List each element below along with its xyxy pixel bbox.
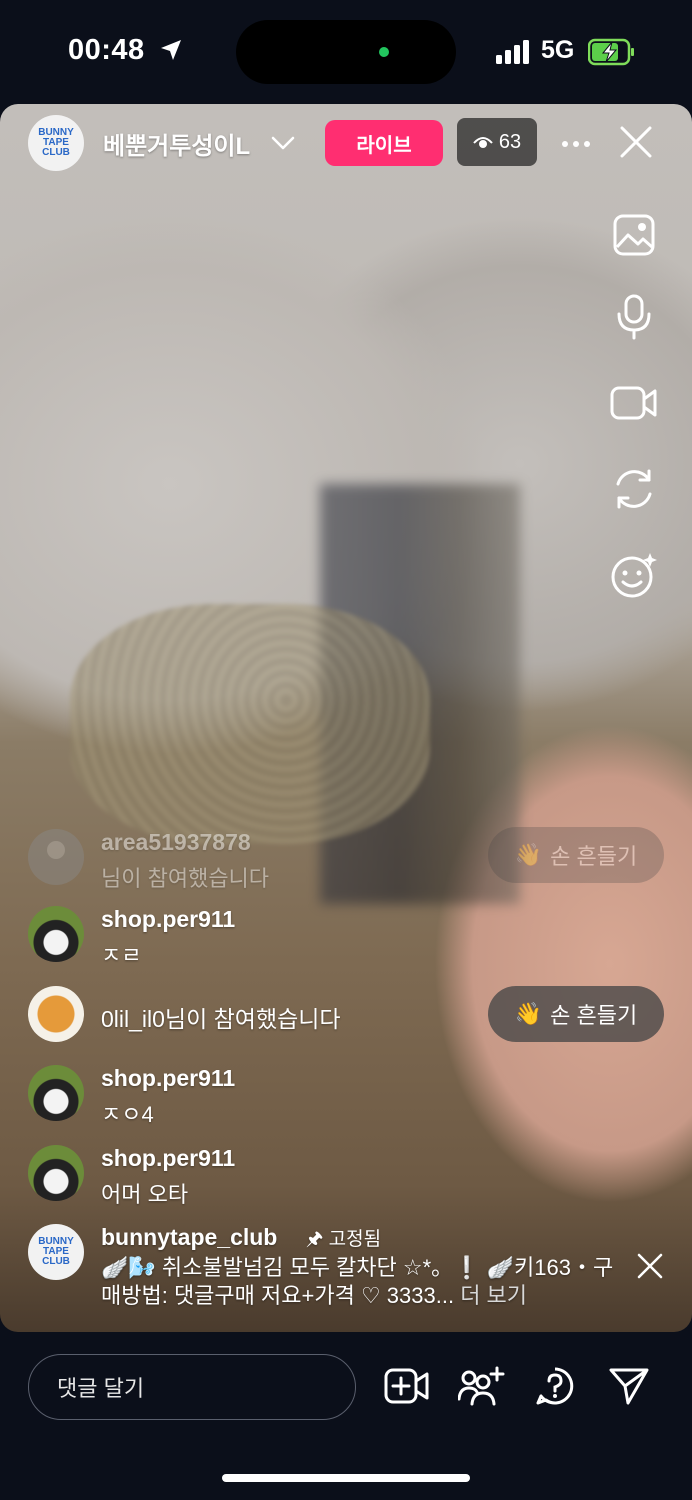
- send-icon[interactable]: [608, 1366, 650, 1406]
- video-camera-icon: [610, 386, 657, 420]
- microphone-icon: [617, 294, 651, 340]
- video-camera-button[interactable]: [604, 373, 664, 433]
- host-avatar[interactable]: BUNNY TAPE CLUB: [28, 115, 84, 171]
- bottom-bar: 댓글 달기: [0, 1332, 692, 1500]
- viewer-count-badge[interactable]: 63: [457, 118, 537, 166]
- comment-text: ㅈㄹ: [101, 943, 142, 968]
- avatar-logo-text: BUNNY TAPE CLUB: [38, 127, 74, 158]
- signal-icon: [496, 40, 529, 64]
- add-guest-icon[interactable]: [458, 1366, 506, 1406]
- wave-label: 손 흔들기: [550, 844, 638, 869]
- comment-user[interactable]: shop.per911: [101, 906, 235, 933]
- status-bar: 00:48 5G: [0, 0, 692, 104]
- comment-user[interactable]: shop.per911: [101, 1145, 235, 1172]
- pinned-line-1: 🪽🌬️ 취소불발넘김 모두 칼차단 ☆*。❕ 🪽키163・구: [101, 1255, 614, 1280]
- comment-user[interactable]: bunnytape_club: [101, 1224, 277, 1250]
- join-text: 0lil_il0님이 참여했습니다: [101, 1006, 341, 1032]
- wave-label: 손 흔들기: [550, 1003, 638, 1028]
- dynamic-island: [236, 20, 456, 84]
- effects-button[interactable]: [604, 545, 664, 605]
- network-type: 5G: [541, 36, 575, 64]
- home-indicator: [222, 1474, 470, 1482]
- wave-hand-icon: 👋: [514, 1001, 543, 1026]
- pinned-indicator: 🖈 고정됨: [306, 1229, 381, 1250]
- image-icon: [613, 214, 655, 256]
- effects-face-icon: [611, 553, 657, 598]
- image-button[interactable]: [604, 205, 664, 265]
- avatar[interactable]: [28, 986, 84, 1042]
- camera-indicator: [379, 47, 389, 57]
- question-icon[interactable]: [535, 1366, 575, 1406]
- host-name[interactable]: 베뿐거투성이L: [103, 126, 250, 161]
- chevron-down-icon[interactable]: [270, 134, 296, 152]
- pinned-line-2: 매방법: 댓글구매 저요+가격 ♡ 3333...: [101, 1283, 455, 1308]
- live-badge: 라이브: [325, 120, 443, 166]
- close-icon[interactable]: [636, 1252, 664, 1280]
- pinned-text: 🪽🌬️ 취소불발넘김 모두 칼차단 ☆*。❕ 🪽키163・구 매방법: 댓글구매…: [101, 1254, 621, 1310]
- avatar[interactable]: [28, 906, 84, 962]
- avatar-logo-text: BUNNY TAPE CLUB: [38, 1236, 74, 1267]
- viewer-count: 63: [498, 130, 522, 153]
- avatar[interactable]: [28, 1145, 84, 1201]
- microphone-button[interactable]: [604, 287, 664, 347]
- pin-icon: 🖈: [305, 1229, 324, 1250]
- comment-text: 어머 오타: [101, 1182, 189, 1207]
- status-time: 00:48: [68, 34, 145, 66]
- add-video-icon[interactable]: [384, 1366, 430, 1406]
- wave-button[interactable]: 👋 손 흔들기: [488, 986, 664, 1042]
- avatar[interactable]: BUNNY TAPE CLUB: [28, 1224, 84, 1280]
- see-more-link[interactable]: 더 보기: [460, 1283, 527, 1308]
- avatar[interactable]: [28, 1065, 84, 1121]
- wave-button[interactable]: 👋 손 흔들기: [488, 827, 664, 883]
- avatar: [28, 829, 84, 885]
- comment-text: 님이 참여했습니다: [101, 866, 270, 891]
- comment-user: area51937878: [101, 829, 251, 855]
- location-arrow-icon: [161, 40, 181, 60]
- switch-camera-button[interactable]: [604, 459, 664, 519]
- comment-user[interactable]: shop.per911: [101, 1065, 235, 1092]
- eye-icon: [473, 137, 493, 148]
- more-icon[interactable]: [560, 128, 592, 160]
- pinned-label: 고정됨: [328, 1229, 382, 1250]
- comment-text: ㅈㅇ4: [101, 1102, 154, 1127]
- battery-charging-icon: [588, 38, 634, 66]
- pinned-user-row: bunnytape_club 🖈 고정됨: [101, 1224, 381, 1257]
- wave-hand-icon: 👋: [514, 842, 543, 867]
- comment-input[interactable]: 댓글 달기: [28, 1354, 356, 1420]
- switch-camera-icon: [616, 469, 652, 509]
- close-icon[interactable]: [618, 124, 654, 160]
